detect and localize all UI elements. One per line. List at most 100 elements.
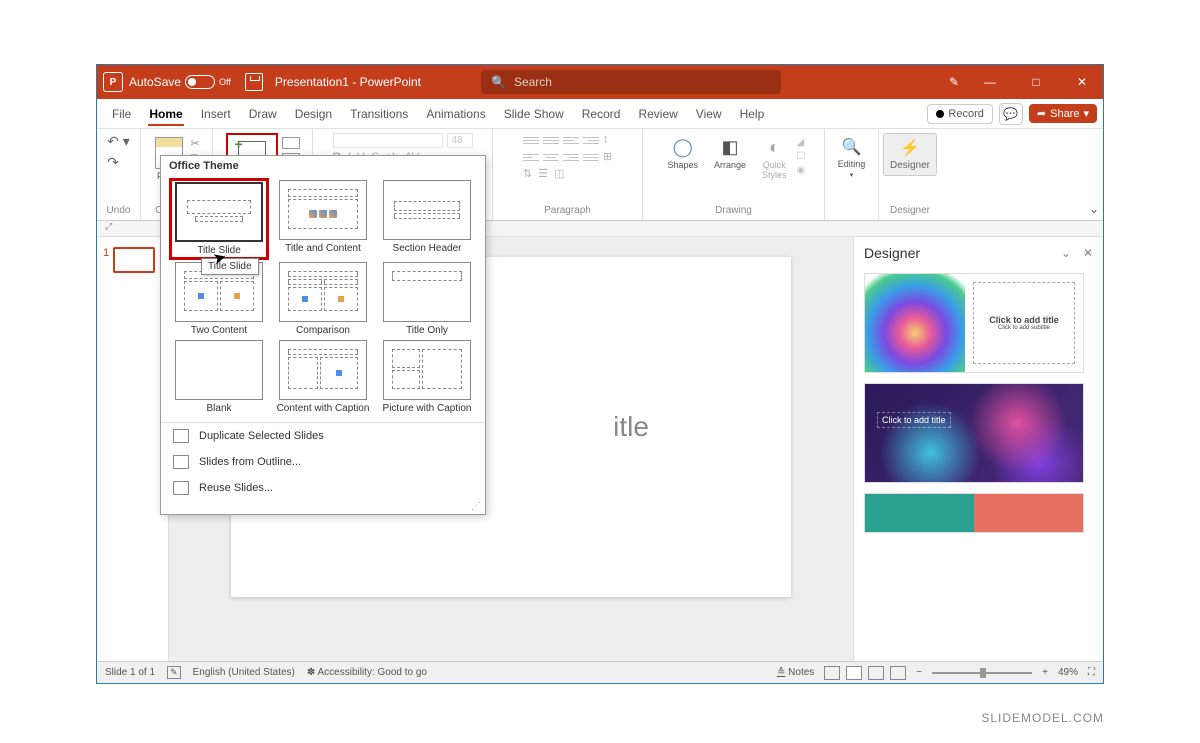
tab-insert[interactable]: Insert [192,99,240,128]
layout-comparison[interactable]: Comparison [275,262,371,336]
close-pane-button[interactable]: ✕ [1083,246,1093,260]
align-center-button[interactable] [543,150,559,164]
ribbon-expand-button[interactable]: ⌄ [1089,202,1099,216]
tab-draw[interactable]: Draw [240,99,286,128]
duplicate-slides-action[interactable]: Duplicate Selected Slides [161,423,485,449]
maximize-button[interactable]: □ [1021,67,1051,97]
text-direction-button[interactable]: ⇅ [523,167,532,180]
redo-icon[interactable]: ↷ [107,154,130,171]
app-icon: P [103,72,123,92]
cut-icon[interactable]: ✂ [191,137,205,150]
tab-record[interactable]: Record [573,99,630,128]
search-placeholder: Search [514,75,552,89]
notes-button[interactable]: ≙ Notes [777,667,814,678]
align-right-button[interactable] [563,150,579,164]
sorter-view-button[interactable] [846,666,862,680]
save-icon[interactable] [245,73,263,91]
justify-button[interactable] [583,150,599,164]
layout-title-content[interactable]: Title and Content [275,180,371,258]
minimize-button[interactable]: — [975,67,1005,97]
slide-counter[interactable]: Slide 1 of 1 [105,667,155,678]
tab-transitions[interactable]: Transitions [341,99,417,128]
columns-button[interactable]: ⊞ [603,150,612,164]
toggle-switch-icon[interactable] [185,75,215,89]
shapes-icon: ◯ [673,137,693,158]
designer-button[interactable]: ⚡ Designer [883,133,937,176]
design-card-1[interactable]: Click to add title Click to add subtitle [864,273,1084,373]
tab-design[interactable]: Design [286,99,341,128]
designer-pane: Designer ⌄ ✕ Click to add title Click to… [853,237,1103,661]
spell-check-icon[interactable]: ✎ [167,666,181,679]
drawing-label: Drawing [715,205,752,216]
layout-section-header[interactable]: Section Header [379,180,475,258]
zoom-out-button[interactable]: − [916,667,922,678]
reading-view-button[interactable] [868,666,884,680]
paragraph-label: Paragraph [544,205,591,216]
shape-outline-button[interactable]: ☐ [797,151,806,162]
resize-grip-icon[interactable]: ⋰ [161,501,485,514]
tab-help[interactable]: Help [731,99,774,128]
slideshow-view-button[interactable] [890,666,906,680]
design-card-artwork [865,274,965,372]
accessibility-status[interactable]: ✽ Accessibility: Good to go [307,667,427,678]
undo-icon[interactable]: ↶ ▾ [107,133,130,150]
comments-button[interactable]: 💬 [999,103,1023,125]
layout-title-slide[interactable]: Title Slide ➤ Title Slide [171,180,267,258]
window-title: Presentation1 - PowerPoint [275,75,421,89]
zoom-level[interactable]: 49% [1058,667,1078,678]
line-spacing-button[interactable]: ↕ [603,133,609,147]
reuse-slides-action[interactable]: Reuse Slides... [161,475,485,501]
styles-icon: ◐ [769,137,780,158]
align-text-button[interactable]: ☰ [538,167,548,180]
editing-button[interactable]: 🔍 Editing ▾ [832,133,872,183]
font-family-select[interactable] [333,133,443,148]
collapse-button[interactable]: ⤢ [105,221,112,236]
slides-from-outline-action[interactable]: Slides from Outline... [161,449,485,475]
tab-home[interactable]: Home [140,99,191,128]
pen-icon[interactable]: ✎ [949,75,959,89]
arrange-button[interactable]: ◧ Arrange [708,133,752,174]
search-input[interactable]: 🔍 Search [481,70,781,94]
layout-content-caption[interactable]: Content with Caption [275,340,371,414]
thumbnail-number: 1 [103,247,109,259]
language-status[interactable]: English (United States) [193,667,295,678]
shapes-button[interactable]: ◯ Shapes [661,133,704,174]
tab-file[interactable]: File [103,99,140,128]
layout-title-only[interactable]: Title Only [379,262,475,336]
design-card-3[interactable] [864,493,1084,533]
tab-slideshow[interactable]: Slide Show [495,99,573,128]
statusbar: Slide 1 of 1 ✎ English (United States) ✽… [97,661,1103,683]
design-card-text: Click to add title Click to add subtitle [973,282,1075,364]
layout-picture-caption[interactable]: Picture with Caption [379,340,475,414]
fit-window-button[interactable]: ⛶ [1088,667,1095,678]
align-left-button[interactable] [523,150,539,164]
smartart-button[interactable]: ◫ [554,167,564,180]
tab-view[interactable]: View [687,99,731,128]
autosave-toggle[interactable]: AutoSave Off [129,75,231,89]
quick-styles-button[interactable]: ◐ Quick Styles [756,133,793,184]
zoom-in-button[interactable]: + [1042,667,1048,678]
layout-icon[interactable] [282,137,300,149]
bullets-button[interactable] [523,133,539,147]
font-size-select[interactable]: 48 [447,133,473,148]
design-card-2[interactable]: Click to add title [864,383,1084,483]
tab-review[interactable]: Review [629,99,686,128]
chevron-down-icon[interactable]: ⌄ [1061,246,1071,260]
numbering-button[interactable] [543,133,559,147]
record-button[interactable]: Record [927,104,992,124]
share-button[interactable]: ➦Share ▾ [1029,104,1097,123]
indent-inc-button[interactable] [583,133,599,147]
thumbnail-pane: 1 [97,237,169,661]
title-placeholder-partial: itle [613,411,649,443]
indent-dec-button[interactable] [563,133,579,147]
close-button[interactable]: ✕ [1067,67,1097,97]
layout-blank[interactable]: Blank [171,340,267,414]
normal-view-button[interactable] [824,666,840,680]
shape-fill-button[interactable]: ◢ [797,137,806,148]
tab-animations[interactable]: Animations [417,99,494,128]
autosave-state: Off [219,77,231,87]
zoom-slider[interactable] [932,672,1032,674]
thumbnail-slide-1[interactable]: 1 [103,247,162,273]
shape-effects-button[interactable]: ◉ [797,165,806,176]
ribbon-tabs: File Home Insert Draw Design Transitions… [97,99,1103,129]
